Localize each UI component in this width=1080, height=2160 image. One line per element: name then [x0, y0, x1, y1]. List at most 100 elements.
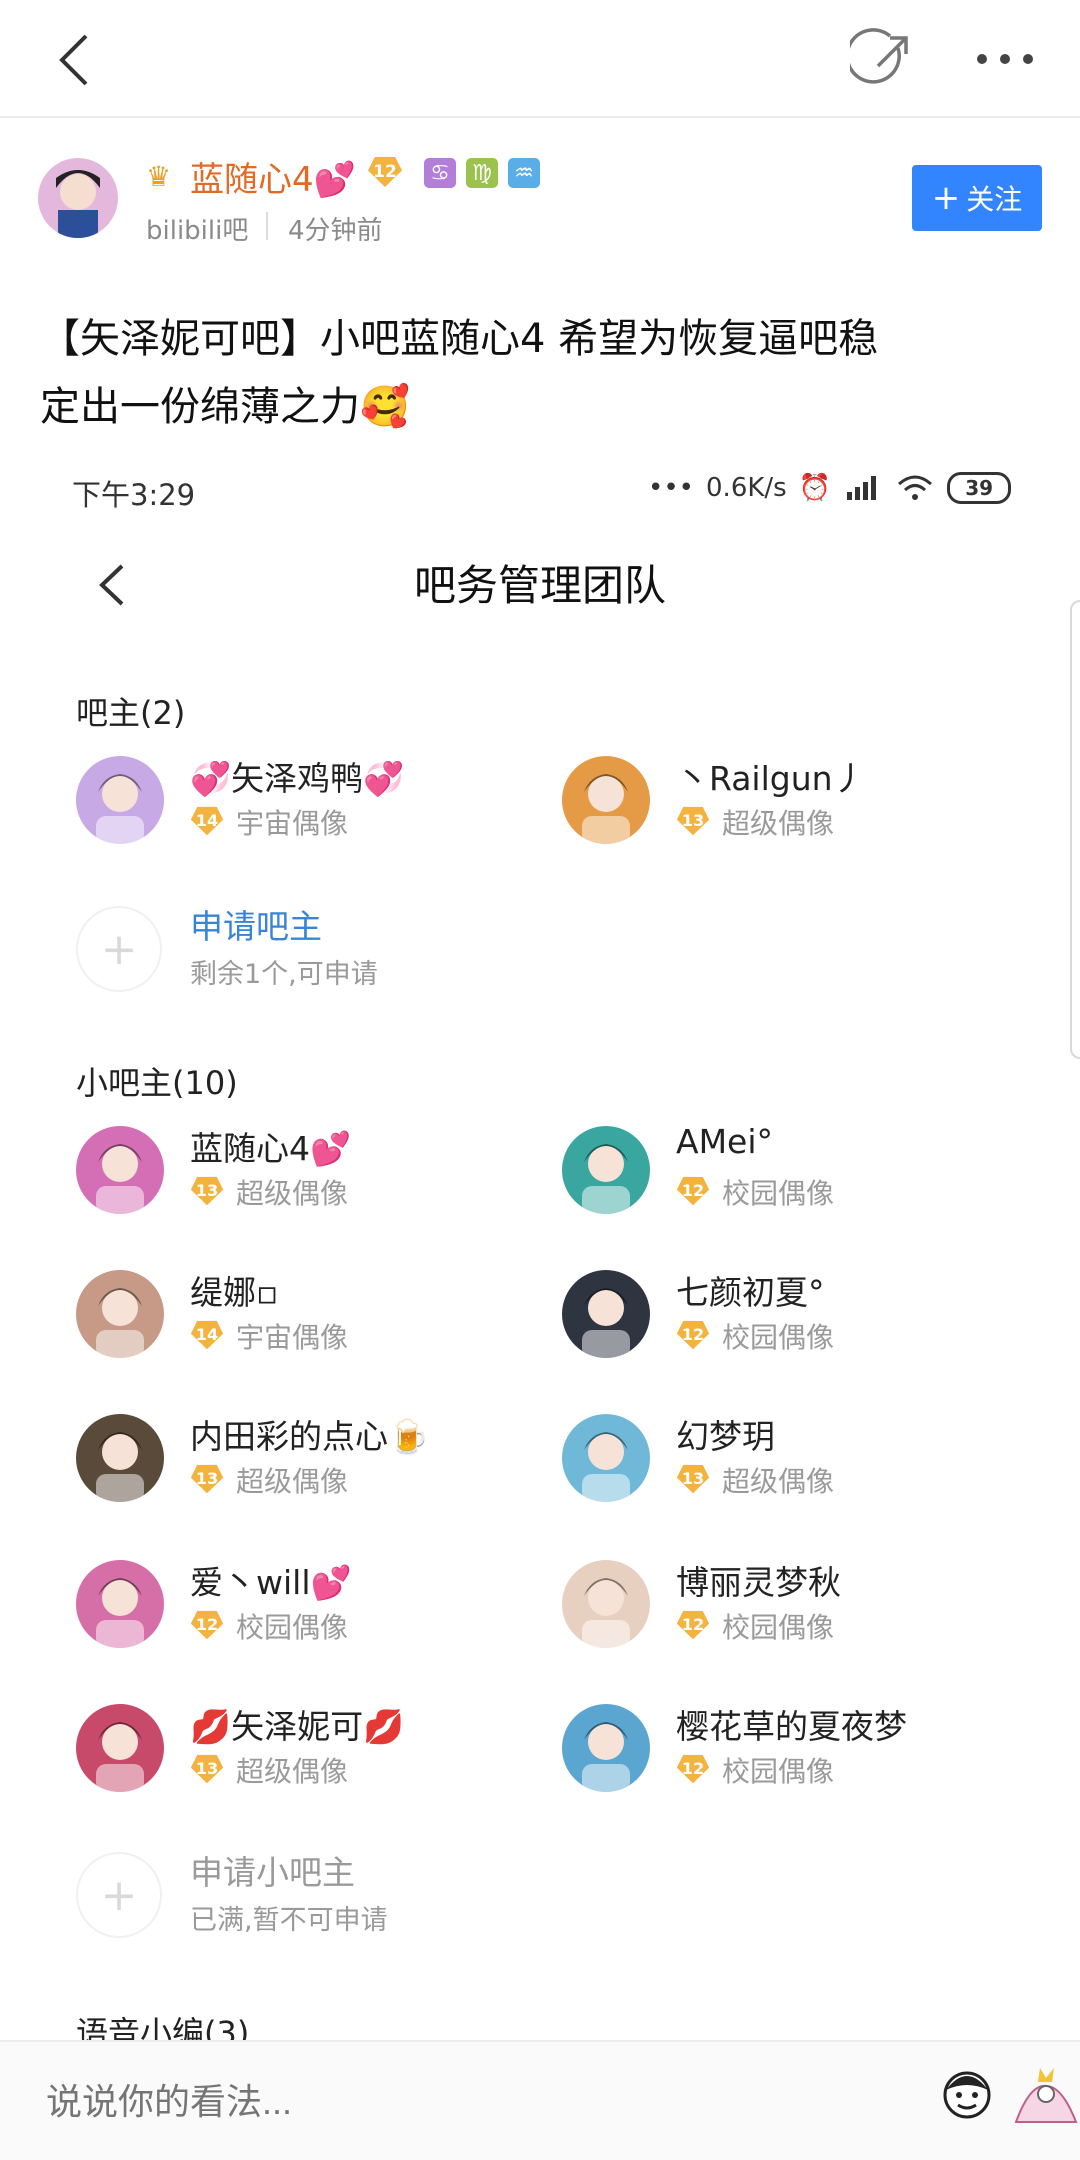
- emoji-button[interactable]: [938, 2064, 996, 2122]
- dots-icon: •••: [648, 473, 695, 503]
- member-item[interactable]: 💋矢泽妮可💋 13 超级偶像: [76, 1696, 536, 1796]
- forum-name[interactable]: bilibili吧: [146, 210, 248, 247]
- member-avatar: [562, 1126, 650, 1214]
- back-button[interactable]: [46, 28, 106, 92]
- member-avatar: [562, 1414, 650, 1502]
- avatar-image-icon: [76, 756, 164, 844]
- member-level-badge: 13: [676, 1464, 710, 1494]
- top-bar: [0, 0, 1080, 118]
- member-avatar: [76, 1270, 164, 1358]
- avatar-image-icon: [76, 1126, 164, 1214]
- member-item[interactable]: 樱花草的夏夜梦 12 校园偶像: [562, 1696, 1022, 1796]
- post-text-line: 定出一份绵薄之力🥰: [40, 384, 410, 430]
- section-owners: 吧主(2): [76, 694, 186, 732]
- status-time: 下午3:29: [72, 478, 196, 512]
- share-button[interactable]: [845, 28, 916, 94]
- avatar-image-icon: [562, 1126, 650, 1214]
- avatar-image-icon: [76, 1704, 164, 1792]
- member-avatar: [76, 756, 164, 844]
- member-avatar: [562, 1270, 650, 1358]
- comment-input[interactable]: [44, 2080, 848, 2124]
- author-avatar[interactable]: [38, 158, 118, 238]
- follow-label: 关注: [966, 183, 1023, 216]
- member-item[interactable]: AMei° 12 校园偶像: [562, 1118, 1022, 1218]
- post-content: 【矢泽妮可吧】小吧蓝随心4 希望为恢复逼吧稳 定出一份绵薄之力🥰: [40, 305, 1000, 441]
- member-title: 超级偶像: [722, 1465, 835, 1498]
- member-name: 蓝随心4💕: [190, 1129, 352, 1168]
- member-level-badge: 14: [190, 806, 224, 836]
- member-name: 丶Railgun丿: [676, 759, 866, 798]
- member-name: 七颜初夏°: [676, 1273, 825, 1312]
- member-level-badge: 13: [190, 1176, 224, 1206]
- avatar-image-icon: [38, 158, 118, 238]
- alarm-icon: ⏰: [798, 473, 832, 503]
- member-item[interactable]: 蓝随心4💕 13 超级偶像: [76, 1118, 536, 1218]
- more-button[interactable]: [970, 34, 1040, 84]
- member-title: 校园偶像: [722, 1611, 835, 1644]
- member-level-badge: 13: [676, 806, 710, 836]
- section-subowners: 小吧主(10): [76, 1064, 238, 1102]
- avatar-image-icon: [562, 1560, 650, 1648]
- author-name[interactable]: 蓝随心4💕: [190, 152, 356, 201]
- avatar-image-icon: [562, 1704, 650, 1792]
- avatar-image-icon: [562, 756, 650, 844]
- member-name: 幻梦玥: [676, 1417, 775, 1456]
- post-image[interactable]: [0, 440, 1080, 2040]
- member-item[interactable]: 七颜初夏° 12 校园偶像: [562, 1262, 1022, 1362]
- more-dots-icon: [977, 54, 1033, 64]
- member-name: 博丽灵梦秋: [676, 1563, 841, 1602]
- meme-face-icon: [943, 2071, 991, 2119]
- battery-level: 39: [947, 472, 1012, 504]
- member-level-badge: 13: [190, 1464, 224, 1494]
- status-icons: ••• 0.6K/s ⏰ 39: [648, 472, 1012, 504]
- avatar-image-icon: [562, 1270, 650, 1358]
- member-name: 爱丶will💕: [190, 1563, 352, 1602]
- inner-page-title: 吧务管理团队: [413, 561, 666, 610]
- avatar-image-icon: [562, 1414, 650, 1502]
- scroll-indicator: [1070, 600, 1080, 1059]
- avatar-image-icon: [76, 1270, 164, 1358]
- apply-owner-title: 申请吧主: [190, 907, 322, 946]
- member-title: 超级偶像: [722, 807, 835, 840]
- member-item[interactable]: 爱丶will💕 12 校园偶像: [76, 1552, 536, 1652]
- follow-button[interactable]: + 关注: [912, 165, 1042, 231]
- member-item[interactable]: 丶Railgun丿 13 超级偶像: [562, 748, 1022, 848]
- member-item[interactable]: 缇娜▫ 14 宇宙偶像: [76, 1262, 536, 1362]
- post-text-line: 【矢泽妮可吧】小吧蓝随心4 希望为恢复逼吧稳: [40, 316, 879, 362]
- member-level-badge: 12: [676, 1320, 710, 1350]
- member-title: 校园偶像: [722, 1177, 835, 1210]
- author-level-badge: 12: [368, 157, 402, 187]
- member-item[interactable]: 💞矢泽鸡鸭💞 14 宇宙偶像: [76, 748, 536, 848]
- virgo-zodiac-icon: ♍: [466, 158, 498, 188]
- member-level-badge: 12: [190, 1610, 224, 1640]
- member-avatar: [562, 1704, 650, 1792]
- divider: [266, 212, 268, 240]
- member-title: 校园偶像: [722, 1321, 835, 1354]
- member-title: 宇宙偶像: [236, 1321, 349, 1354]
- member-title: 宇宙偶像: [236, 807, 349, 840]
- sticker-icon: [1014, 2068, 1078, 2123]
- chevron-left-icon: [59, 34, 88, 86]
- signal-icon: [847, 476, 877, 500]
- avatar-image-icon: [76, 1560, 164, 1648]
- level-number: 12: [368, 157, 402, 187]
- member-item[interactable]: 幻梦玥 13 超级偶像: [562, 1406, 1022, 1506]
- net-speed: 0.6K/s: [706, 473, 787, 503]
- share-icon: [845, 28, 908, 84]
- plus-icon: +: [931, 178, 961, 218]
- wifi-icon: [898, 475, 933, 500]
- member-item[interactable]: 内田彩的点心🍺 13 超级偶像: [76, 1406, 536, 1506]
- member-title: 超级偶像: [236, 1755, 349, 1788]
- member-name: 缇娜▫: [190, 1273, 279, 1312]
- member-title: 校园偶像: [236, 1611, 349, 1644]
- member-avatar: [562, 756, 650, 844]
- member-avatar: [76, 1126, 164, 1214]
- apply-subowner-title: 申请小吧主: [190, 1853, 355, 1892]
- member-level-badge: 12: [676, 1176, 710, 1206]
- member-item[interactable]: 博丽灵梦秋 12 校园偶像: [562, 1552, 1022, 1652]
- member-name: 💞矢泽鸡鸭💞: [190, 759, 405, 798]
- sticker-button[interactable]: [1010, 2064, 1080, 2128]
- member-avatar: [76, 1704, 164, 1792]
- apply-subowner-sub: 已满,暂不可申请: [190, 1905, 388, 1936]
- avatar-image-icon: [76, 1414, 164, 1502]
